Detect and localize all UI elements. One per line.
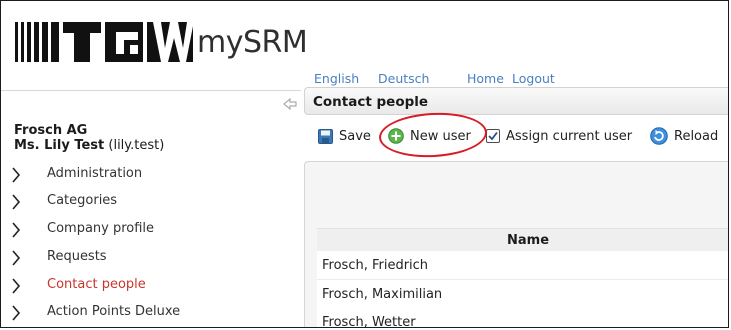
collapse-arrow-icon[interactable] xyxy=(283,95,297,114)
app-name: mySRM xyxy=(197,25,308,60)
sidebar-item-categories[interactable]: Categories xyxy=(11,190,291,214)
current-user: Ms. Lily Test (lily.test) xyxy=(14,138,164,153)
sidebar-item-label: Action Points Deluxe xyxy=(47,304,181,319)
company-name: Frosch AG xyxy=(14,123,88,138)
table-row[interactable]: Frosch, Friedrich xyxy=(317,251,728,280)
sidebar-item-label: Contact people xyxy=(47,277,146,292)
save-label: Save xyxy=(339,128,371,144)
chevron-right-icon xyxy=(11,194,21,214)
user-display-name: Ms. Lily Test xyxy=(14,138,105,153)
table-header: Name xyxy=(317,228,728,253)
table-cell-name: Frosch, Friedrich xyxy=(322,258,429,273)
checkbox-icon xyxy=(486,129,500,143)
link-home[interactable]: Home xyxy=(467,71,504,86)
save-icon xyxy=(318,128,333,144)
add-icon xyxy=(388,128,404,144)
content-header: Contact people xyxy=(304,87,728,115)
reload-button[interactable]: Reload xyxy=(650,125,718,147)
save-button[interactable]: Save xyxy=(318,125,371,147)
app-window: mySRM English Deutsch Home Logout Contac… xyxy=(0,0,729,328)
sidebar-item-contact-people[interactable]: Contact people xyxy=(11,274,291,298)
table-row[interactable]: Frosch, Wetter xyxy=(317,308,728,328)
table-cell-name: Frosch, Maximilian xyxy=(322,287,443,302)
reload-icon xyxy=(650,127,668,145)
assign-current-user-button[interactable]: Assign current user xyxy=(486,125,632,147)
chevron-right-icon xyxy=(11,167,21,187)
new-user-label: New user xyxy=(410,128,471,144)
user-login: (lily.test) xyxy=(108,138,165,153)
sidebar-item-label: Requests xyxy=(47,249,107,264)
page-title: Contact people xyxy=(313,94,429,110)
sidebar-item-label: Administration xyxy=(47,166,143,181)
sidebar-item-label: Categories xyxy=(47,193,118,208)
link-deutsch[interactable]: Deutsch xyxy=(378,71,429,86)
sidebar-item-administration[interactable]: Administration xyxy=(11,163,291,187)
logo xyxy=(15,19,193,65)
chevron-right-icon xyxy=(11,222,21,242)
chevron-right-icon xyxy=(11,250,21,270)
assign-label: Assign current user xyxy=(506,128,633,144)
table-row[interactable]: Frosch, Maximilian xyxy=(317,280,728,309)
table-cell-name: Frosch, Wetter xyxy=(322,315,416,328)
column-header-name[interactable]: Name xyxy=(507,233,549,248)
sidebar-item-label: Company profile xyxy=(47,221,155,236)
divider xyxy=(1,90,301,91)
sidebar-item-requests[interactable]: Requests xyxy=(11,246,291,270)
tgw-logo-icon xyxy=(15,22,193,62)
link-logout[interactable]: Logout xyxy=(512,71,555,86)
sidebar-item-action-points-deluxe[interactable]: Action Points Deluxe xyxy=(11,301,291,325)
chevron-right-icon xyxy=(11,305,21,325)
link-english[interactable]: English xyxy=(314,71,359,86)
sidebar-item-company-profile[interactable]: Company profile xyxy=(11,218,291,242)
new-user-button[interactable]: New user xyxy=(388,125,471,147)
chevron-right-icon xyxy=(11,278,21,298)
reload-label: Reload xyxy=(674,128,719,144)
